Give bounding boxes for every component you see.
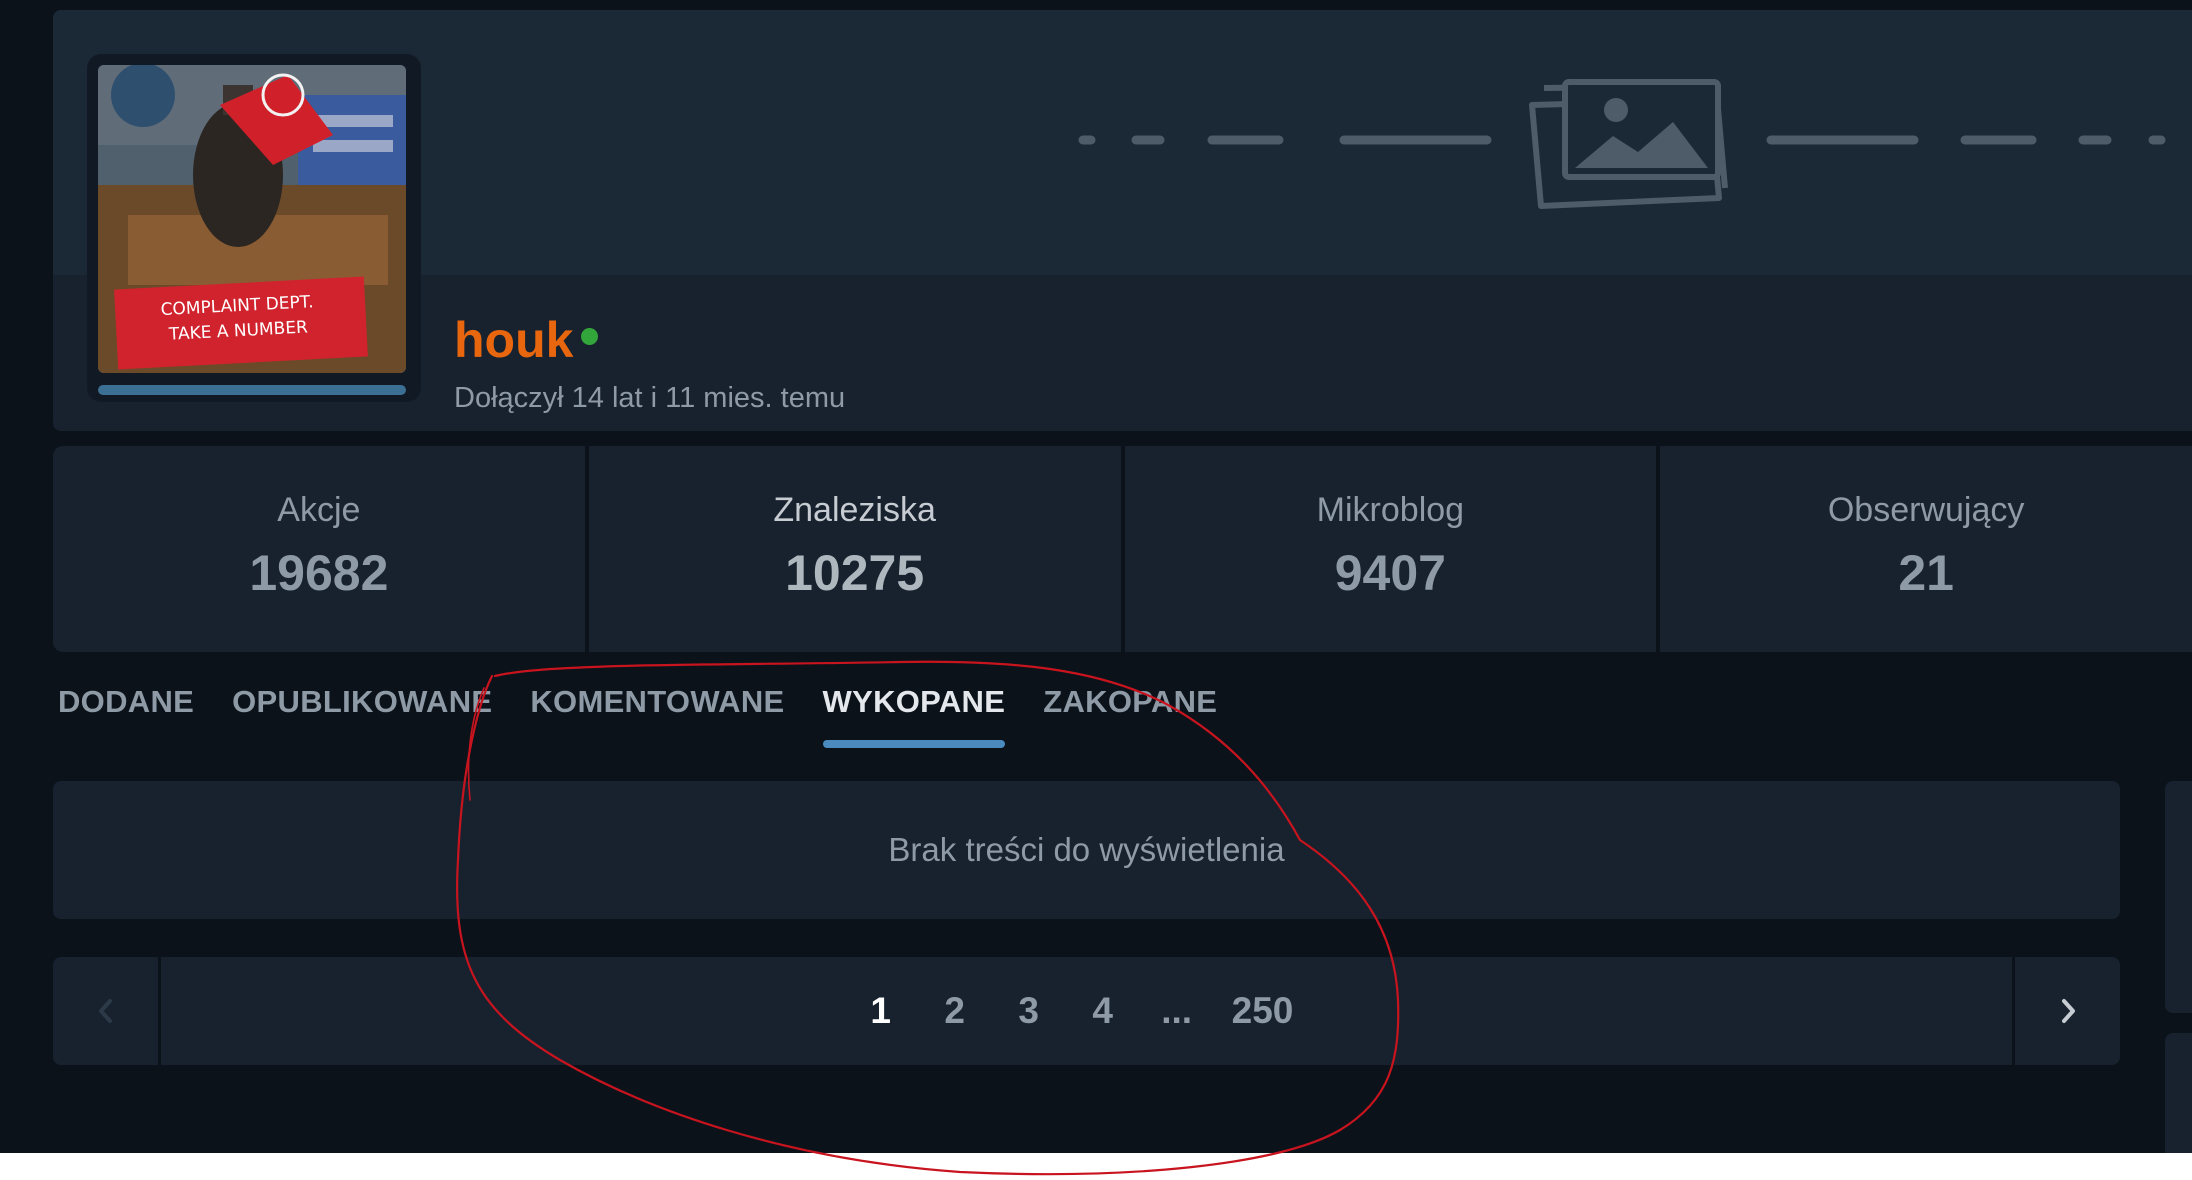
tab-dodane[interactable]: DODANE [58,684,194,750]
stat-value: 21 [1898,545,1954,601]
page-250-button[interactable]: 250 [1232,990,1294,1032]
stat-value: 9407 [1334,545,1446,601]
tab-wykopane[interactable]: WYKOPANE [822,684,1006,750]
stat-label: Znaleziska [773,491,936,529]
stat-akcje[interactable]: Akcje 19682 [53,446,585,652]
next-page-button[interactable] [2012,957,2120,1065]
sidebar-panel [2165,781,2192,1013]
page-numbers: 1 2 3 4 ... 250 [53,957,2120,1065]
avatar-frame: COMPLAINT DEPT. TAKE A NUMBER [87,54,421,402]
stat-label: Akcje [277,491,361,529]
pagination: 1 2 3 4 ... 250 [53,957,2120,1065]
stat-znaleziska[interactable]: Znaleziska 10275 [588,446,1121,652]
page-3-button[interactable]: 3 [1010,990,1048,1032]
tab-komentowane[interactable]: KOMENTOWANE [530,684,784,750]
avatar-rank-bar [98,385,406,395]
page-4-button[interactable]: 4 [1084,990,1122,1032]
stat-label: Mikroblog [1316,491,1465,529]
stat-value: 19682 [249,545,389,601]
stat-label: Obserwujący [1827,491,2025,529]
chevron-right-icon [2061,999,2075,1023]
online-status-indicator [581,328,598,345]
stat-obserwujacy[interactable]: Obserwujący 21 [1660,446,2192,652]
tab-opublikowane[interactable]: OPUBLIKOWANE [232,684,492,750]
page-1-button[interactable]: 1 [862,990,900,1032]
sidebar-panel [2165,1033,2192,1153]
joined-date: Dołączył 14 lat i 11 mies. temu [454,382,846,414]
page-ellipsis: ... [1161,990,1193,1031]
avatar[interactable]: COMPLAINT DEPT. TAKE A NUMBER [98,65,406,373]
profile-stats: Akcje 19682 Znaleziska 10275 Mikroblog 9… [53,446,2192,652]
profile-page: COMPLAINT DEPT. TAKE A NUMBER houk Dołąc… [0,0,2192,1153]
stat-mikroblog[interactable]: Mikroblog 9407 [1124,446,1657,652]
stat-value: 10275 [785,545,925,601]
username[interactable]: houk [454,310,573,370]
tab-zakopane[interactable]: ZAKOPANE [1043,684,1217,750]
page-2-button[interactable]: 2 [936,990,974,1032]
content-tabs: DODANE OPUBLIKOWANE KOMENTOWANE WYKOPANE… [58,684,1217,750]
empty-content-message: Brak treści do wyświetlenia [53,781,2120,919]
profile-header: COMPLAINT DEPT. TAKE A NUMBER houk Dołąc… [53,10,2192,431]
